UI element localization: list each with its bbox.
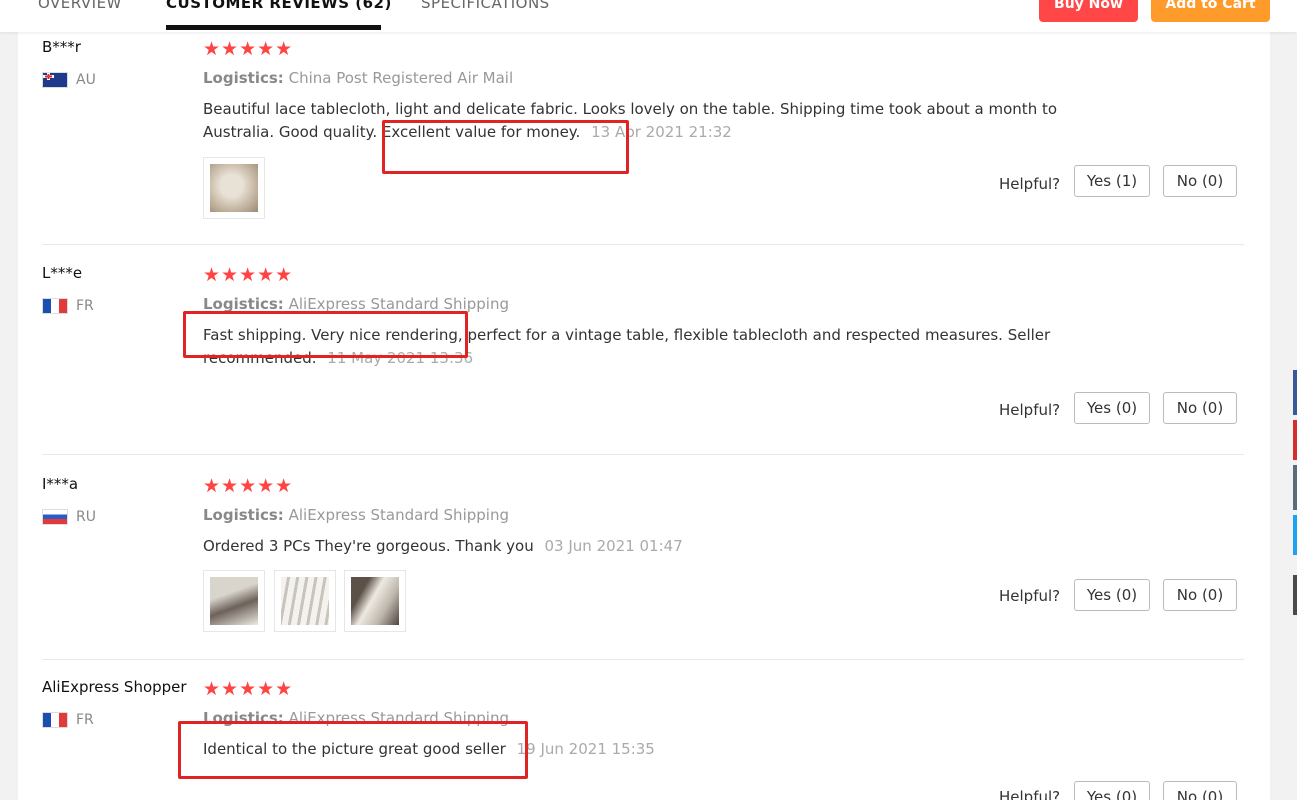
- review-item: I***a RU ★★★★★ Logistics: AliExpress Sta…: [42, 475, 1244, 655]
- logistics-info: Logistics: China Post Registered Air Mai…: [203, 69, 513, 87]
- vk-share-icon[interactable]: [1293, 465, 1297, 510]
- tab-customer-reviews[interactable]: CUSTOMER REVIEWS (62): [166, 0, 392, 12]
- annotation-highlight-box: [382, 120, 629, 174]
- france-flag-icon: [42, 712, 68, 728]
- reviewer-country: AU: [42, 72, 96, 88]
- helpful-label: Helpful?: [999, 175, 1061, 193]
- review-text-block: Ordered 3 PCs They're gorgeous. Thank yo…: [203, 535, 1083, 558]
- add-to-cart-button[interactable]: Add to Cart: [1151, 0, 1270, 22]
- reviewer-name: AliExpress Shopper: [42, 678, 187, 696]
- logistics-method: AliExpress Standard Shipping: [288, 506, 509, 524]
- logistics-label: Logistics:: [203, 506, 284, 524]
- review-photo[interactable]: [203, 157, 265, 219]
- facebook-share-icon[interactable]: [1293, 370, 1297, 415]
- logistics-method: China Post Registered Air Mail: [288, 69, 514, 87]
- photo-image: [210, 164, 258, 212]
- country-code: AU: [76, 72, 96, 88]
- annotation-highlight-box: [183, 311, 468, 358]
- helpful-yes-button[interactable]: Yes (0): [1074, 579, 1150, 611]
- helpful-no-button[interactable]: No (0): [1163, 392, 1237, 424]
- reviewer-name: L***e: [42, 264, 83, 282]
- rating-stars: ★★★★★: [203, 678, 294, 700]
- tab-overview[interactable]: OVERVIEW: [38, 0, 122, 12]
- france-flag-icon: [42, 298, 68, 314]
- review-divider: [42, 454, 1244, 455]
- logistics-info: Logistics: AliExpress Standard Shipping: [203, 506, 509, 524]
- helpful-yes-button[interactable]: Yes (1): [1074, 165, 1150, 197]
- rating-stars: ★★★★★: [203, 475, 294, 497]
- reviewer-country: FR: [42, 298, 94, 314]
- russia-flag-icon: [42, 509, 68, 525]
- reviewer-country: FR: [42, 712, 94, 728]
- review-photo[interactable]: [203, 570, 265, 632]
- tab-specifications[interactable]: SPECIFICATIONS: [421, 0, 550, 12]
- reviewer-name: I***a: [42, 475, 79, 493]
- helpful-no-button[interactable]: No (0): [1163, 165, 1237, 197]
- review-date: 19 Jun 2021 15:35: [516, 740, 655, 758]
- review-item: B***r AU ★★★★★ Logistics: China Post Reg…: [42, 38, 1244, 238]
- buy-now-button[interactable]: Buy Now: [1039, 0, 1138, 22]
- helpful-label: Helpful?: [999, 587, 1061, 605]
- country-code: RU: [76, 509, 96, 525]
- review-photo[interactable]: [274, 570, 336, 632]
- helpful-yes-button[interactable]: Yes (0): [1074, 392, 1150, 424]
- helpful-no-button[interactable]: No (0): [1163, 579, 1237, 611]
- twitter-share-icon[interactable]: [1293, 515, 1297, 555]
- review-text: Ordered 3 PCs They're gorgeous. Thank yo…: [203, 537, 534, 555]
- pinterest-share-icon[interactable]: [1293, 420, 1297, 460]
- helpful-yes-button[interactable]: Yes (0): [1074, 781, 1150, 800]
- review-photo[interactable]: [344, 570, 406, 632]
- review-text-block: Beautiful lace tablecloth, light and del…: [203, 98, 1083, 144]
- logistics-label: Logistics:: [203, 69, 284, 87]
- country-code: FR: [76, 712, 94, 728]
- australia-flag-icon: [42, 72, 68, 88]
- review-date: 03 Jun 2021 01:47: [544, 537, 683, 555]
- helpful-no-button[interactable]: No (0): [1163, 781, 1237, 800]
- more-share-icon[interactable]: [1293, 575, 1297, 615]
- reviewer-country: RU: [42, 509, 96, 525]
- review-divider: [42, 659, 1244, 660]
- annotation-highlight-box: [178, 721, 528, 779]
- country-code: FR: [76, 298, 94, 314]
- product-tab-bar: OVERVIEW CUSTOMER REVIEWS (62) SPECIFICA…: [0, 0, 1297, 32]
- rating-stars: ★★★★★: [203, 264, 294, 286]
- helpful-label: Helpful?: [999, 401, 1061, 419]
- photo-image: [351, 577, 399, 625]
- helpful-label: Helpful?: [999, 788, 1061, 800]
- rating-stars: ★★★★★: [203, 38, 294, 60]
- reviewer-name: B***r: [42, 38, 81, 56]
- photo-image: [210, 577, 258, 625]
- photo-image: [281, 577, 329, 625]
- review-divider: [42, 244, 1244, 245]
- active-tab-indicator: [166, 25, 381, 30]
